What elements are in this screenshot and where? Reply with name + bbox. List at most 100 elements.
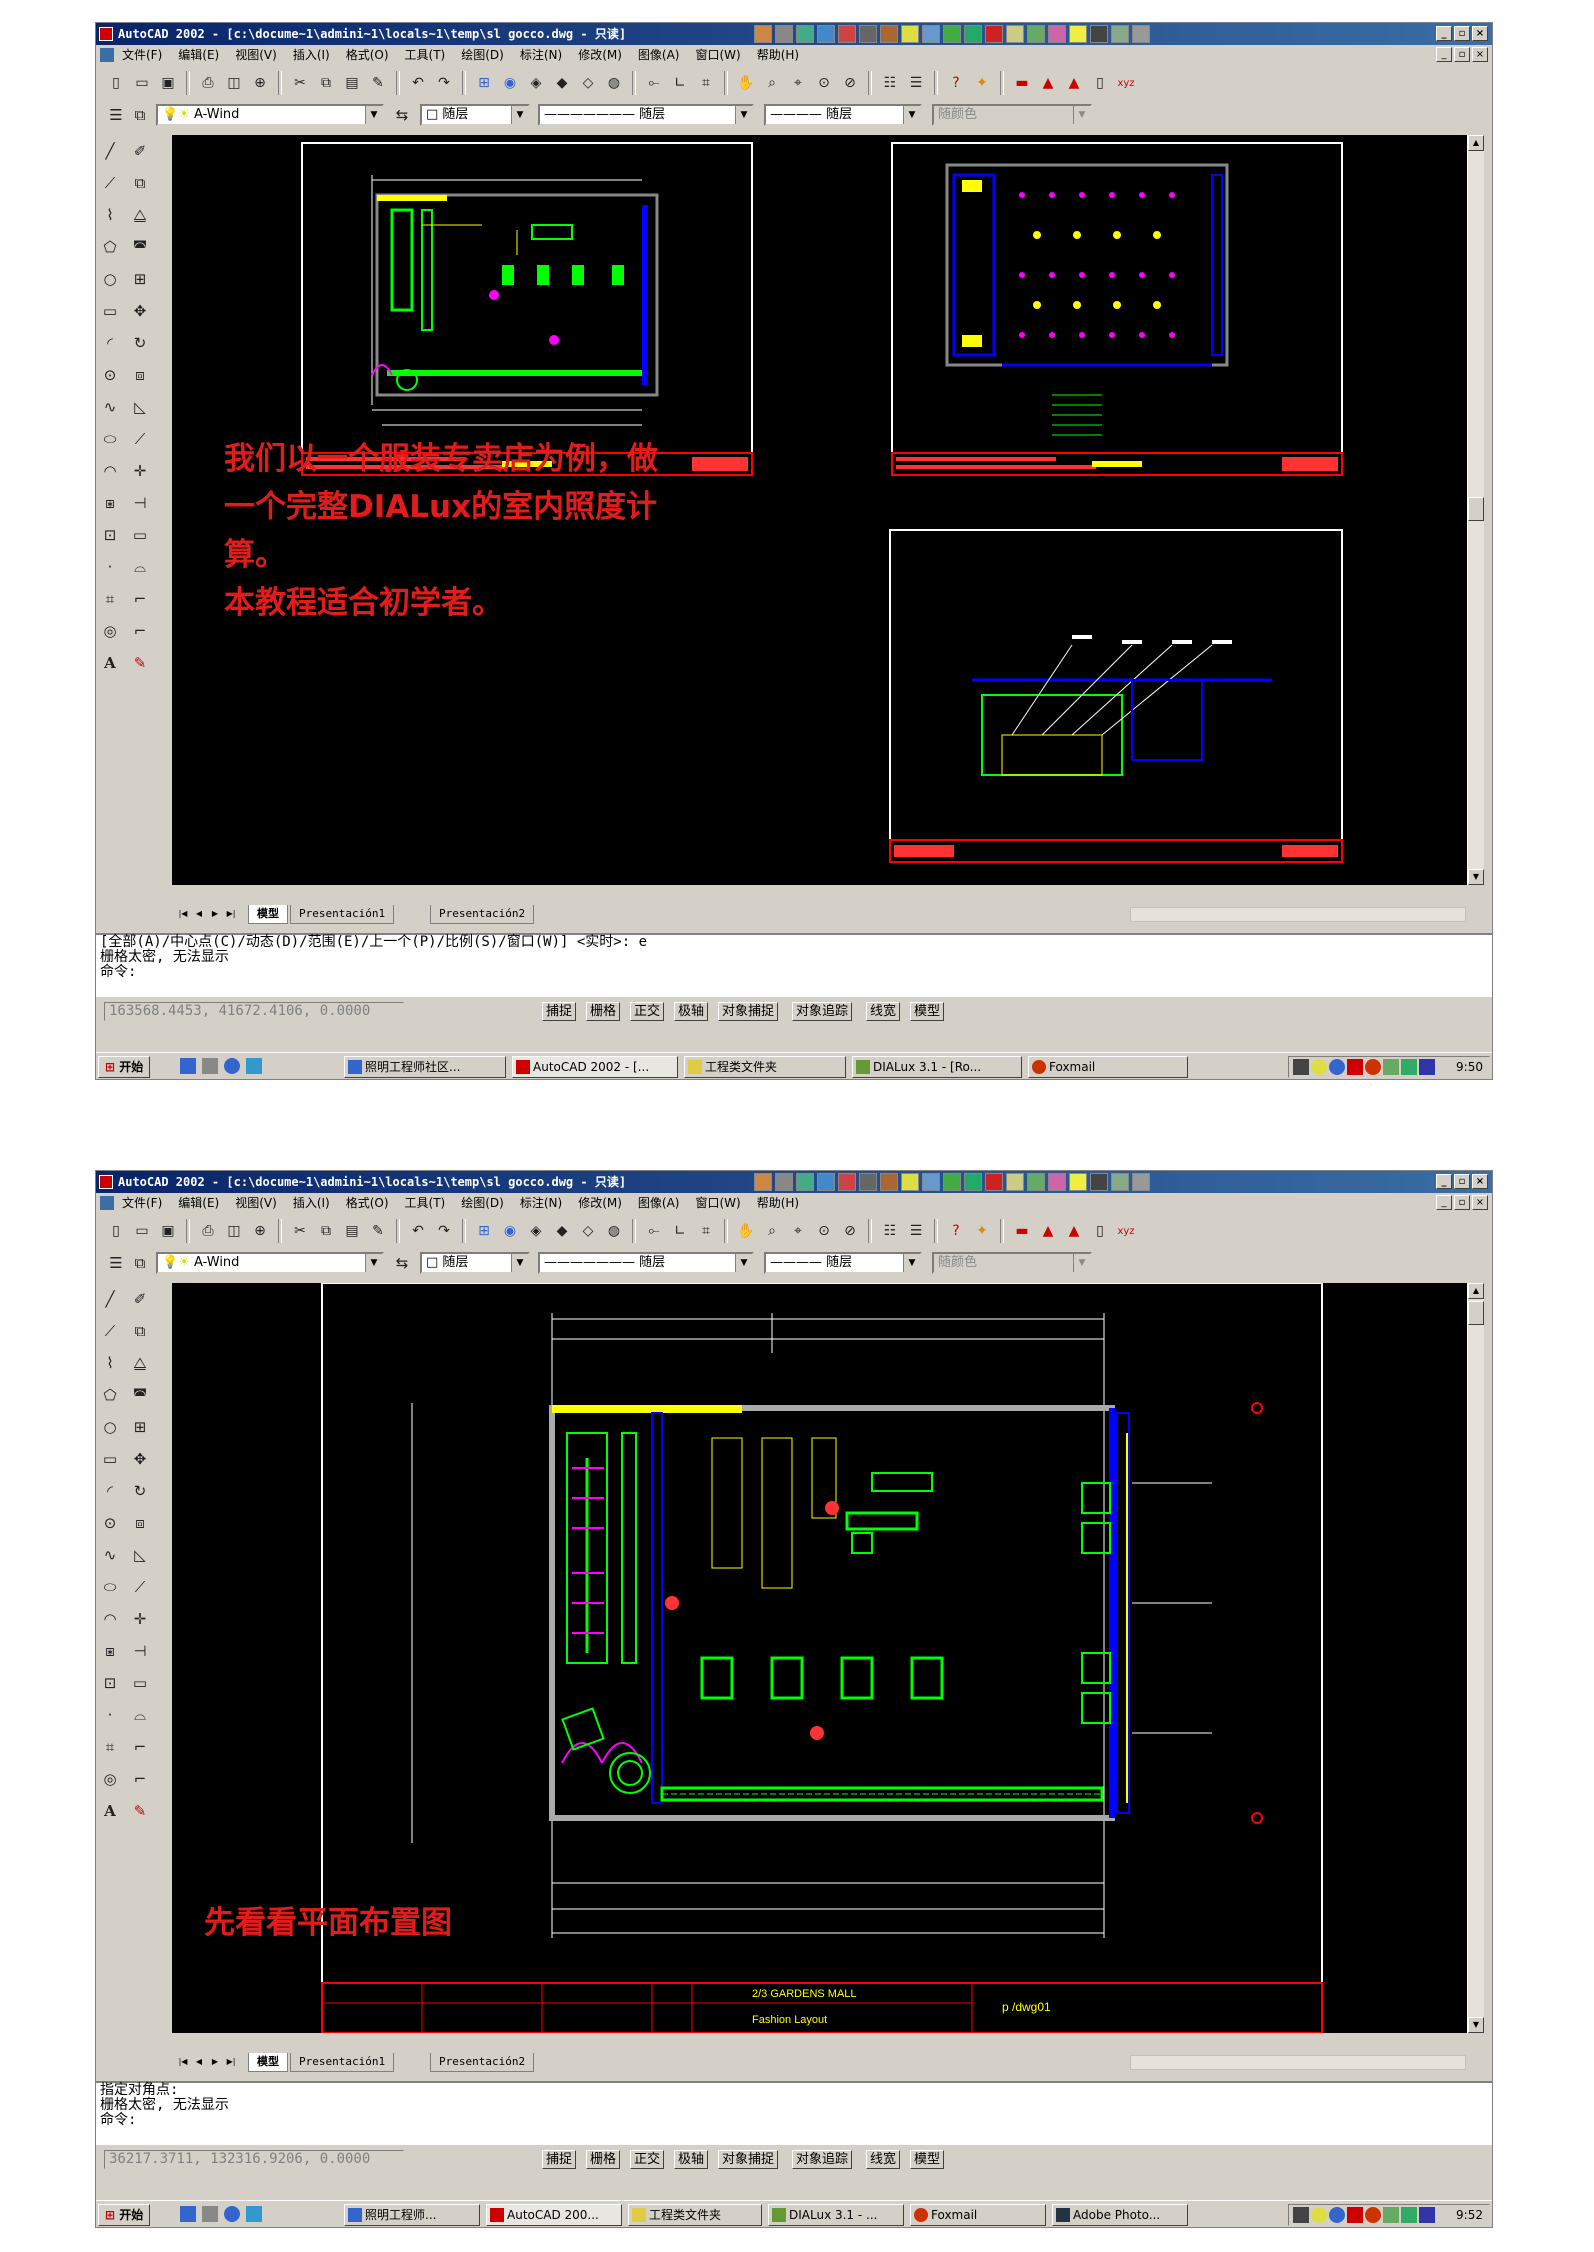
menu-tools[interactable]: 工具(T) — [397, 45, 454, 65]
task-lighting-community[interactable]: 照明工程师... — [344, 2204, 480, 2226]
mtext-icon[interactable]: A — [98, 1799, 122, 1823]
region-icon[interactable]: ◎ — [98, 1767, 122, 1791]
menu-draw[interactable]: 绘图(D) — [453, 1193, 512, 1213]
grid-button[interactable]: 栅格 — [586, 1002, 621, 1021]
snap-button[interactable]: 捕捉 — [542, 2150, 577, 2169]
close-button[interactable]: × — [1472, 26, 1488, 41]
first-tab-icon[interactable]: |◀ — [176, 2055, 190, 2069]
tab-model[interactable]: 模型 — [248, 2053, 288, 2072]
preview-icon[interactable]: ◫ — [222, 71, 246, 95]
adcenter-icon[interactable]: ☰ — [904, 1219, 928, 1243]
insert-block-icon[interactable]: ⧆ — [98, 491, 122, 515]
layer-dropdown[interactable]: 💡☀ A-Wind ▼ — [156, 1252, 384, 1274]
color-dropdown[interactable]: □ 随层 ▼ — [420, 1252, 530, 1274]
ellipse-arc-icon[interactable]: ◠ — [98, 1607, 122, 1631]
menu-modify[interactable]: 修改(M) — [570, 45, 630, 65]
layer-previous-icon[interactable]: ⇆ — [390, 1251, 414, 1275]
ie-icon[interactable] — [224, 1058, 240, 1074]
ortho-button[interactable]: 正交 — [630, 1002, 665, 1021]
rotate-icon[interactable]: ↻ — [128, 1479, 152, 1503]
distance-icon[interactable]: ⟜ — [642, 71, 666, 95]
doc-restore-button[interactable]: ▫ — [1454, 1195, 1470, 1210]
task-dialux[interactable]: DIALux 3.1 - ... — [768, 2204, 904, 2226]
tab-presentacion2[interactable]: Presentación2 — [430, 905, 535, 924]
block-icon[interactable]: ▯ — [1088, 1219, 1112, 1243]
break-icon[interactable]: ▭ — [128, 523, 152, 547]
polygon-icon[interactable]: ⬠ — [98, 1383, 122, 1407]
menu-image[interactable]: 图像(A) — [630, 45, 688, 65]
media-icon[interactable] — [246, 1058, 262, 1074]
extend-icon[interactable]: ⊣ — [128, 491, 152, 515]
array-icon[interactable]: ⊞ — [128, 1415, 152, 1439]
task-engineering-folder[interactable]: 工程类文件夹 — [628, 2204, 762, 2226]
snap-button[interactable]: 捕捉 — [542, 1002, 577, 1021]
zoom-extents-icon[interactable]: ⊘ — [838, 1219, 862, 1243]
menu-insert[interactable]: 插入(I) — [285, 45, 338, 65]
zoom-window-icon[interactable]: ⌖ — [786, 1219, 810, 1243]
copy-icon[interactable]: ⧉ — [314, 1219, 338, 1243]
fillet-icon[interactable]: ⌐ — [128, 1767, 152, 1791]
xyz-icon[interactable]: xyz — [1114, 71, 1138, 95]
task-foxmail[interactable]: Foxmail — [910, 2204, 1046, 2226]
layer-manager-icon[interactable]: ▬ — [1010, 1219, 1034, 1243]
drawing-canvas[interactable]: 2/3 GARDENS MALL Fashion Layout p /dwg01… — [172, 1283, 1470, 2033]
circle-small-icon[interactable]: ○ — [98, 267, 122, 291]
layer-previous-icon[interactable]: ⇆ — [390, 103, 414, 127]
hyperlink-icon[interactable]: ⊞ — [472, 1219, 496, 1243]
next-tab-icon[interactable]: ▶ — [208, 2055, 222, 2069]
today-icon[interactable]: ✦ — [970, 71, 994, 95]
doc-minimize-button[interactable]: _ — [1436, 47, 1452, 62]
osnap-button[interactable]: 对象捕捉 — [718, 1002, 779, 1021]
design-center-icon[interactable]: ◈ — [524, 1219, 548, 1243]
tab-presentacion2[interactable]: Presentación2 — [430, 2053, 535, 2072]
copy-obj-icon[interactable]: ⧉ — [128, 171, 152, 195]
layer-properties-icon[interactable]: ☰ — [104, 103, 128, 127]
explode-icon[interactable]: ✎ — [128, 1799, 152, 1823]
lineweight-button[interactable]: 线宽 — [866, 2150, 901, 2169]
view-icon[interactable]: ⌗ — [694, 71, 718, 95]
menu-format[interactable]: 格式(O) — [338, 45, 397, 65]
pan-icon[interactable]: ✋ — [734, 1219, 758, 1243]
cut-icon[interactable]: ✂ — [288, 1219, 312, 1243]
task-autocad[interactable]: AutoCAD 200... — [486, 2204, 622, 2226]
region-icon[interactable]: ◎ — [98, 619, 122, 643]
menu-file[interactable]: 文件(F) — [114, 45, 170, 65]
mtext-icon[interactable]: A — [98, 651, 122, 675]
prev-tab-icon[interactable]: ◀ — [192, 2055, 206, 2069]
layer-iso-icon[interactable]: ▲ — [1062, 1219, 1086, 1243]
hatch-icon[interactable]: ⌗ — [98, 1735, 122, 1759]
arc-icon[interactable]: ◜ — [98, 331, 122, 355]
minimize-button[interactable]: _ — [1436, 1174, 1452, 1189]
paste-icon[interactable]: ▤ — [340, 1219, 364, 1243]
polar-button[interactable]: 极轴 — [674, 1002, 709, 1021]
doc-close-button[interactable]: × — [1472, 47, 1488, 62]
last-tab-icon[interactable]: ▶| — [224, 907, 238, 921]
make-current-icon[interactable]: ⧉ — [128, 103, 152, 127]
clock[interactable]: 9:50 — [1456, 1057, 1483, 1077]
maximize-button[interactable]: ▫ — [1454, 1174, 1470, 1189]
task-photoshop[interactable]: Adobe Photo... — [1052, 2204, 1188, 2226]
model-button[interactable]: 模型 — [910, 1002, 945, 1021]
lengthen-icon[interactable]: ⟋ — [128, 427, 152, 451]
polyline-icon[interactable]: ⌇ — [98, 203, 122, 227]
close-button[interactable]: × — [1472, 1174, 1488, 1189]
web-icon[interactable]: ◉ — [498, 71, 522, 95]
copy-obj-icon[interactable]: ⧉ — [128, 1319, 152, 1343]
xyz-icon[interactable]: xyz — [1114, 1219, 1138, 1243]
line-icon[interactable]: ╱ — [98, 139, 122, 163]
arc-icon[interactable]: ◜ — [98, 1479, 122, 1503]
tab-presentacion1[interactable]: Presentación1 — [290, 2053, 395, 2072]
command-prompt[interactable]: 命令: — [96, 2113, 1492, 2128]
command-window[interactable]: 指定对角点: 栅格太密, 无法显示 命令: — [96, 2081, 1492, 2145]
publish-icon[interactable]: ⊕ — [248, 1219, 272, 1243]
help-icon[interactable]: ? — [944, 1219, 968, 1243]
publish-icon[interactable]: ⊕ — [248, 71, 272, 95]
quicklaunch-icon[interactable] — [202, 1058, 218, 1074]
offset-icon[interactable]: ◚ — [128, 235, 152, 259]
zoom-window-icon[interactable]: ⌖ — [786, 71, 810, 95]
lengthen-icon[interactable]: ⟋ — [128, 1575, 152, 1599]
grid-button[interactable]: 栅格 — [586, 2150, 621, 2169]
xline-icon[interactable]: ⟋ — [98, 171, 122, 195]
lineweight-button[interactable]: 线宽 — [866, 1002, 901, 1021]
insert-block-icon[interactable]: ⧆ — [98, 1639, 122, 1663]
